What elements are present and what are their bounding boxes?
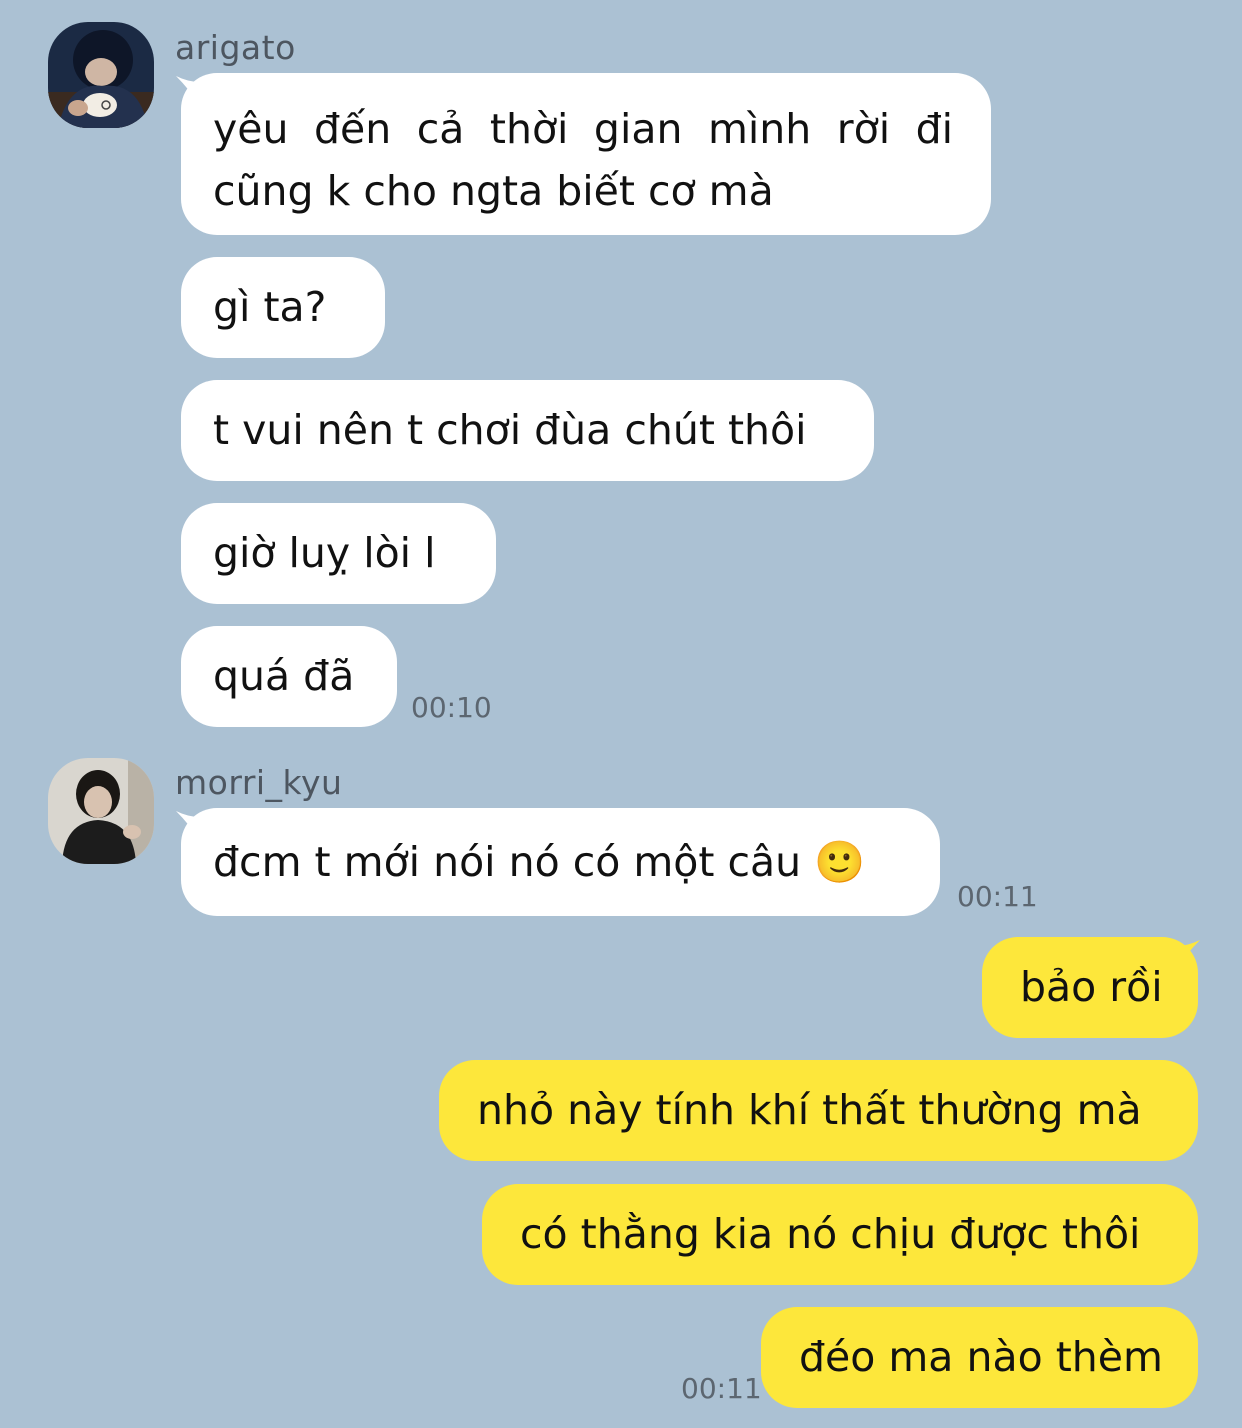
message-bubble[interactable]: đcm t mới nói nó có một câu 🙂 — [181, 808, 940, 916]
message-bubble[interactable]: yêu đến cả thời gian mình rời đi cũng k … — [181, 73, 991, 235]
message-timestamp: 00:10 — [411, 691, 492, 724]
avatar-arigato[interactable] — [48, 22, 154, 128]
message-bubble[interactable]: nhỏ này tính khí thất thường mà — [439, 1060, 1198, 1161]
sender-name: morri_kyu — [175, 763, 343, 802]
message-bubble[interactable]: đéo ma nào thèm — [761, 1307, 1198, 1408]
avatar-morri-kyu[interactable] — [48, 758, 154, 864]
message-timestamp: 00:11 — [681, 1372, 762, 1405]
message-bubble[interactable]: có thằng kia nó chịu được thôi — [482, 1184, 1198, 1285]
message-bubble[interactable]: t vui nên t chơi đùa chút thôi — [181, 380, 874, 481]
chat-view[interactable]: arigato yêu đến cả thời gian mình rời đi… — [0, 0, 1242, 1428]
sender-name: arigato — [175, 28, 296, 67]
message-bubble[interactable]: giờ luỵ lòi l — [181, 503, 496, 604]
message-bubble[interactable]: quá đã — [181, 626, 397, 727]
message-bubble[interactable]: bảo rồi — [982, 937, 1198, 1038]
avatar-photo-icon — [48, 22, 154, 128]
avatar-photo-icon — [48, 758, 154, 864]
message-bubble[interactable]: gì ta? — [181, 257, 385, 358]
message-timestamp: 00:11 — [957, 880, 1038, 913]
